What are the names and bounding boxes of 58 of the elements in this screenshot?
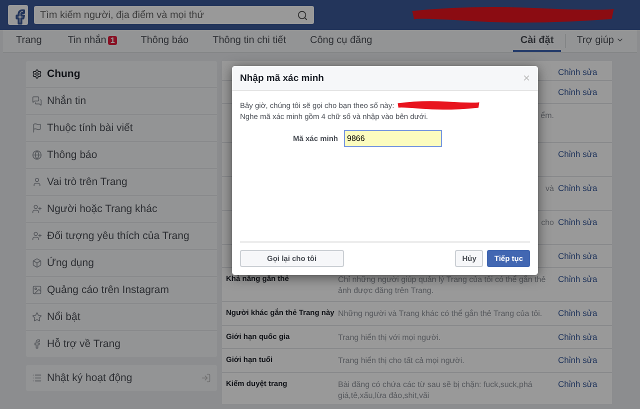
- edit-link[interactable]: Chỉnh sửa: [558, 379, 612, 389]
- setting-description: Bài đăng có chứa các từ sau sẽ bị chặn: fuck,suck,phá giá,tê,xấu,lừa đảo,shit,vãi: [338, 379, 534, 401]
- square-logo-icon: [32, 339, 42, 349]
- edit-link[interactable]: Chỉnh sửa: [558, 274, 612, 284]
- person-add-icon: [32, 231, 42, 241]
- code-field[interactable]: 9866: [344, 130, 442, 147]
- nav-tab[interactable]: Tin nhắn 1: [60, 30, 124, 52]
- sidebar-item[interactable]: Quảng cáo trên Instagram: [26, 276, 217, 303]
- edit-link[interactable]: Chỉnh sửa: [558, 217, 612, 227]
- nav-tab[interactable]: Trang: [9, 30, 49, 52]
- sidebar-item[interactable]: Nổi bật: [26, 303, 217, 330]
- cube-icon: [32, 258, 42, 268]
- flag-icon: [32, 123, 42, 133]
- search-icon[interactable]: [297, 10, 308, 20]
- person-add-icon: [32, 204, 42, 214]
- nav-tab[interactable]: Thông tin chi tiết: [206, 30, 293, 52]
- setting-description: Trang hiển thị cho tất cả mọi người.: [338, 355, 466, 366]
- globe-icon: [32, 150, 42, 160]
- setting-description: và: [546, 183, 555, 194]
- star-icon: [32, 312, 42, 322]
- sidebar-item[interactable]: Nhắn tin: [26, 87, 217, 114]
- facebook-logo-icon[interactable]: [8, 5, 28, 25]
- edit-link[interactable]: Chỉnh sửa: [558, 355, 612, 365]
- sidebar-item[interactable]: Vai trò trên Trang: [26, 168, 217, 195]
- edit-link[interactable]: Chỉnh sửa: [558, 87, 612, 97]
- chat-icon: [32, 96, 42, 106]
- activity-log-item[interactable]: Nhật ký hoạt động: [26, 365, 217, 391]
- edit-link[interactable]: Chỉnh sửa: [558, 67, 612, 77]
- setting-description: ểm.: [540, 110, 555, 121]
- nav-tab[interactable]: Thông báo: [134, 30, 196, 52]
- sidebar-item[interactable]: Hỗ trợ về Trang: [26, 330, 217, 357]
- edit-link[interactable]: Chỉnh sửa: [558, 308, 612, 318]
- caret-icon: [616, 36, 624, 44]
- list-icon: [32, 373, 42, 383]
- nav-tab[interactable]: Công cụ đăng: [302, 30, 380, 52]
- sidebar-item[interactable]: Thuộc tính bài viết: [26, 114, 217, 141]
- edit-link[interactable]: Chỉnh sửa: [558, 332, 612, 342]
- dialog-title: Nhập mã xác minh: [240, 72, 324, 84]
- edit-link[interactable]: Chỉnh sửa: [558, 149, 612, 159]
- nav-tab[interactable]: Cài đặt: [513, 30, 561, 52]
- sidebar-item[interactable]: Ứng dụng: [26, 249, 217, 276]
- setting-description: Chỉ những người giúp quản lý Trang của tôi có thể gắn thẻ ảnh được đăng trên Trang.: [338, 274, 547, 296]
- edit-link[interactable]: Chỉnh sửa: [558, 251, 612, 261]
- sidebar-item[interactable]: Chung: [26, 61, 217, 87]
- nav-tab[interactable]: Trợ giúp: [570, 30, 631, 52]
- setting-description: Trang hiển thị với mọi người.: [338, 332, 442, 343]
- sidebar-item[interactable]: Đối tượng yêu thích của Trang: [26, 222, 217, 249]
- edit-link[interactable]: Chỉnh sửa: [558, 183, 612, 193]
- setting-description: Những người và Trang khác có thể gắn thẻ Trang của tôi.: [338, 308, 544, 319]
- settings-icon: [32, 69, 42, 79]
- count-badge: 1: [108, 36, 117, 44]
- setting-description: cho: [541, 217, 555, 228]
- sidebar-item[interactable]: Người hoặc Trang khác: [26, 195, 217, 222]
- search-field[interactable]: Tìm kiếm người, địa điểm và mọi thứ: [34, 6, 314, 24]
- picture-frame-icon: [32, 285, 42, 295]
- sidebar-item[interactable]: Thông báo: [26, 141, 217, 168]
- enter-icon: [201, 373, 211, 383]
- person-icon: [32, 177, 42, 187]
